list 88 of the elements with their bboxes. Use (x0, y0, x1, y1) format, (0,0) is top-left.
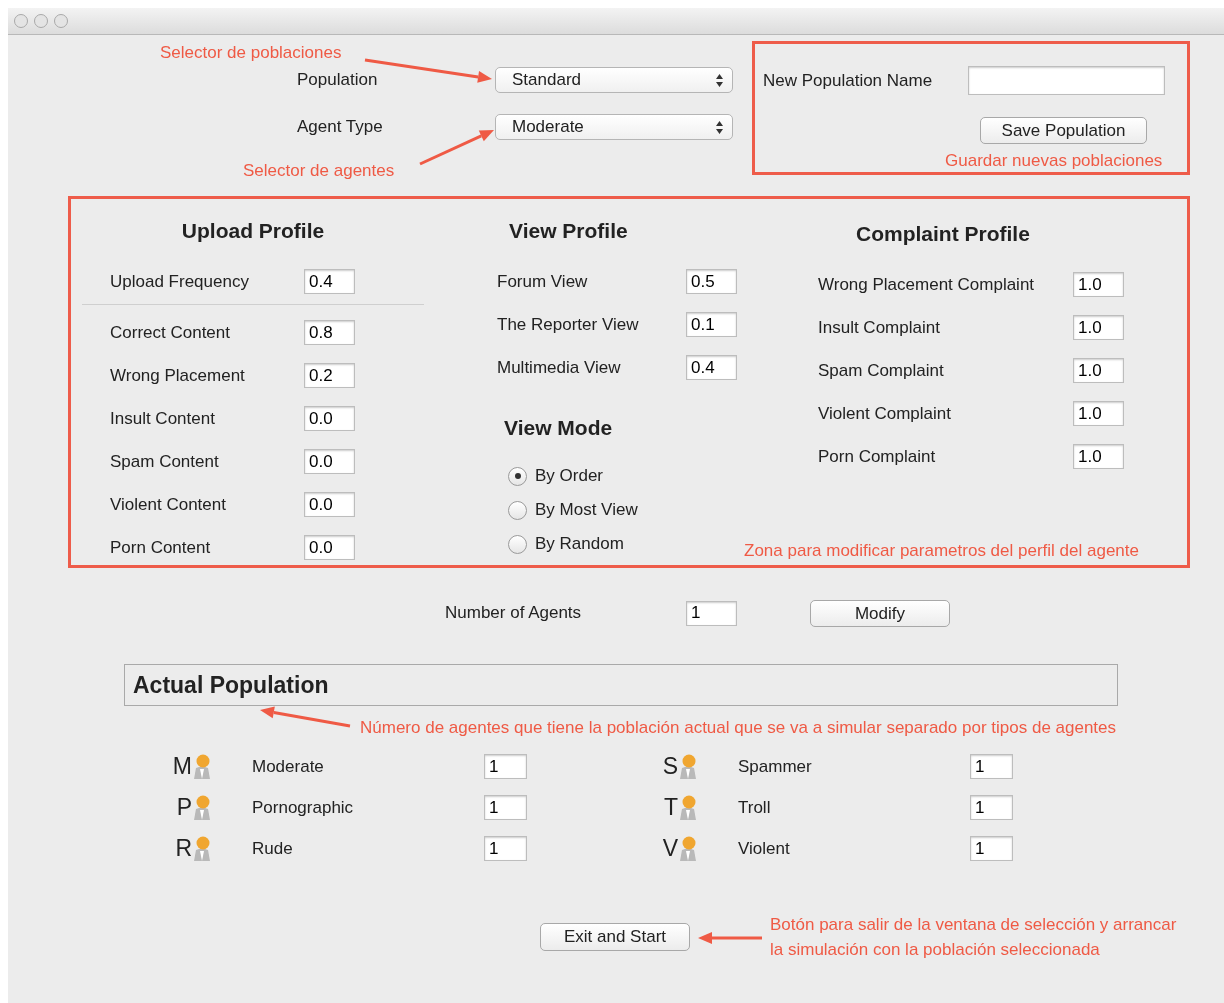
agent-name: Troll (738, 796, 772, 819)
input-field[interactable]: 1.0 (1073, 401, 1124, 426)
input-field[interactable]: 1 (970, 836, 1013, 861)
field-label: Wrong Placement Complaint (818, 273, 1036, 296)
input-field[interactable]: 0.5 (686, 269, 737, 294)
input-field[interactable]: 1 (484, 836, 527, 861)
annotation-text: Guardar nuevas poblaciones (945, 150, 1163, 172)
field-label: Multimedia View (497, 356, 622, 379)
radio-label[interactable]: By Random (535, 531, 624, 557)
exit-and-start-button[interactable]: Exit and Start (540, 923, 690, 951)
dropdown-select[interactable]: Moderate (495, 114, 733, 140)
input-field[interactable]: 1 (686, 600, 737, 626)
input-field[interactable]: 1 (970, 795, 1013, 820)
field-label: Agent Type (297, 117, 383, 137)
input-field[interactable]: 1.0 (1073, 444, 1124, 469)
annotation-text: Botón para salir de la ventana de selección y arrancar la simulación con la población seleccionada (770, 914, 1177, 961)
field-label: Forum View (497, 270, 589, 293)
input-field[interactable]: 1.0 (1073, 358, 1124, 383)
annotation-text: Selector de poblaciones (160, 42, 342, 64)
field-label: Insult Content (110, 407, 216, 430)
input-field[interactable]: 0.4 (304, 269, 355, 294)
input-field[interactable]: 0.1 (686, 312, 737, 337)
agent-letter: S (661, 752, 678, 782)
field-label: New Population Name (763, 69, 934, 92)
field-label: Spam Complaint (818, 359, 945, 382)
input-field[interactable]: 0.0 (304, 492, 355, 517)
input-field[interactable]: 0.2 (304, 363, 355, 388)
radio-label[interactable]: By Most View (535, 497, 638, 523)
radio-button[interactable] (508, 534, 527, 554)
field-label: Insult Complaint (818, 316, 941, 339)
save-population-button[interactable]: Save Population (980, 117, 1147, 144)
stepper-arrows-icon (715, 72, 724, 88)
agent-name: Rude (252, 837, 294, 860)
minimize-button[interactable] (34, 14, 48, 28)
radio-button[interactable] (508, 466, 527, 486)
input-field[interactable]: 1.0 (1073, 315, 1124, 340)
field-label: Correct Content (110, 321, 231, 344)
annotation-text: Número de agentes que tiene la población actual que se va a simular separado por tipos de agentes (360, 717, 1117, 739)
section-title: Upload Profile (181, 218, 325, 244)
field-label: Wrong Placement (110, 364, 246, 387)
section-title: Complaint Profile (856, 221, 1030, 247)
input-field[interactable]: 1 (970, 754, 1013, 779)
agent-name: Moderate (252, 755, 325, 778)
input-field[interactable]: 1 (484, 754, 527, 779)
stepper-arrows-icon (715, 119, 724, 135)
person-icon (678, 795, 698, 820)
section-title: View Profile (509, 218, 628, 244)
input-field[interactable]: 0.0 (304, 406, 355, 431)
input-field[interactable]: 1 (484, 795, 527, 820)
input-field[interactable]: 0.4 (686, 355, 737, 380)
agent-name: Violent (738, 837, 791, 860)
input-field[interactable]: 0.0 (304, 535, 355, 560)
dropdown-select[interactable]: Standard (495, 67, 733, 93)
person-icon (678, 836, 698, 861)
field-label: Violent Content (110, 493, 227, 516)
annotation-text: Selector de agentes (243, 160, 395, 182)
agent-letter: T (662, 793, 678, 823)
agent-letter: V (661, 834, 678, 864)
field-label: The Reporter View (497, 313, 640, 336)
person-icon (192, 754, 212, 779)
field-label: Population (297, 70, 378, 90)
agent-letter: R (174, 834, 192, 864)
input-field[interactable]: 0.0 (304, 449, 355, 474)
person-icon (192, 836, 212, 861)
modify-button[interactable]: Modify (810, 599, 950, 627)
field-label: Upload Frequency (110, 270, 250, 293)
field-label: Spam Content (110, 450, 220, 473)
radio-button[interactable] (508, 500, 527, 520)
input-field[interactable]: 0.8 (304, 320, 355, 345)
input-field[interactable]: 1.0 (1073, 272, 1124, 297)
person-icon (678, 754, 698, 779)
radio-label[interactable]: By Order (535, 463, 604, 489)
person-icon (192, 795, 212, 820)
field-label: Number of Agents (445, 602, 583, 625)
input-field[interactable] (968, 66, 1165, 95)
panel-title: Actual Population (124, 664, 1118, 706)
field-label: Porn Complaint (818, 445, 937, 468)
field-label: Violent Complaint (818, 402, 952, 425)
annotation-text: Zona para modificar parametros del perfil del agente (744, 540, 1139, 562)
close-button[interactable] (14, 14, 28, 28)
agent-name: Spammer (738, 755, 813, 778)
agent-letter: P (175, 793, 192, 823)
zoom-button[interactable] (54, 14, 68, 28)
field-label: Porn Content (110, 536, 212, 559)
agent-name: Pornographic (252, 796, 355, 819)
section-title: View Mode (504, 415, 613, 441)
agent-letter: M (171, 752, 192, 782)
arrow (698, 932, 762, 944)
